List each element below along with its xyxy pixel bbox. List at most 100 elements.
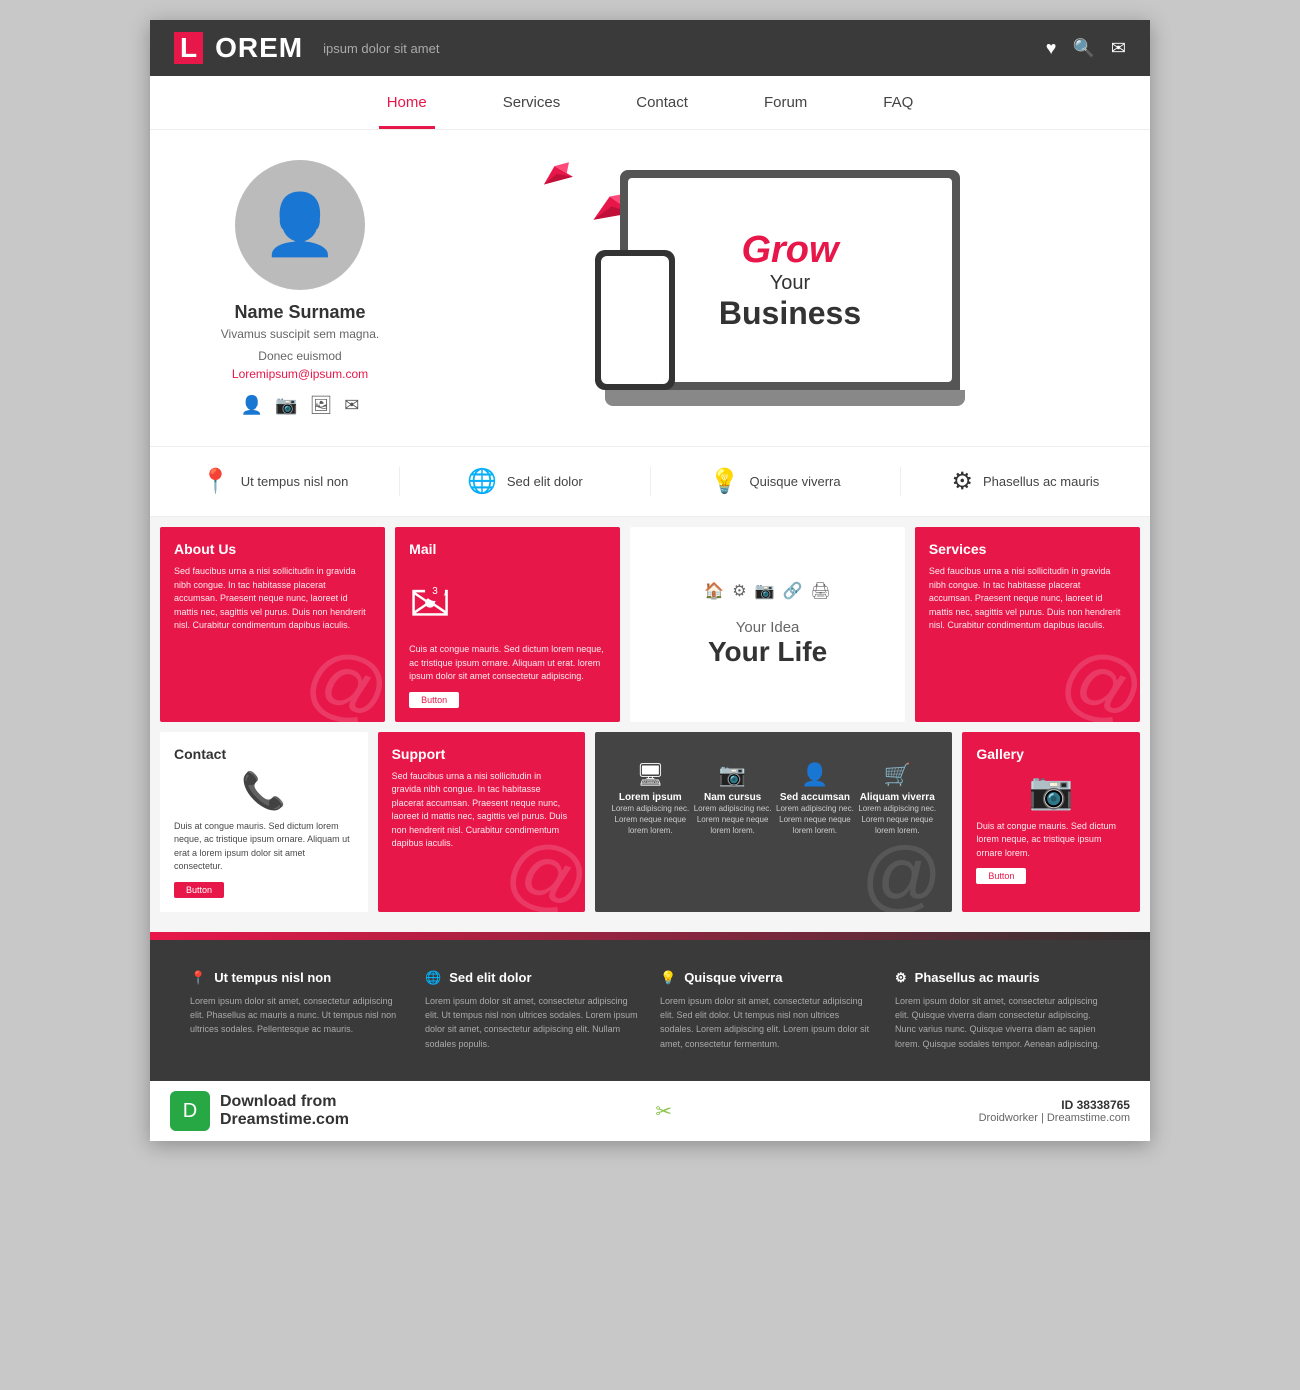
site-name: Dreamstime.com <box>220 1111 349 1129</box>
camera2-icon: 📷 <box>691 762 773 788</box>
search-icon[interactable]: 🔍 <box>1072 38 1094 59</box>
dark-item-1: 🖥 Lorem ipsum Lorem adipiscing nec. Lore… <box>609 762 691 837</box>
main-nav: Home Services Contact Forum FAQ <box>150 76 1150 130</box>
globe-icon: 🌐 <box>467 467 497 496</box>
dark-item-3: 👤 Sed accumsan Lorem adipiscing nec. Lor… <box>774 762 856 837</box>
grid-row-2: Contact 📞 Duis at congue mauris. Sed dic… <box>160 732 1140 912</box>
hero-center: Grow Your Business <box>430 160 1110 416</box>
gallery-button[interactable]: Button <box>976 868 1026 884</box>
phone-device <box>595 250 675 390</box>
watermark-center: ✂ <box>655 1099 672 1124</box>
feature-2-text: Sed elit dolor <box>507 474 583 489</box>
nav-faq[interactable]: FAQ <box>875 76 921 129</box>
services-cell: Services Sed faucibus urna a nisi sollic… <box>915 527 1140 722</box>
device-area: Grow Your Business <box>615 170 965 406</box>
dreamstime-logo: D <box>170 1091 210 1131</box>
feature-1-text: Ut tempus nisl non <box>241 474 349 489</box>
contact-button[interactable]: Button <box>174 882 224 898</box>
about-title: About Us <box>174 541 371 557</box>
heart-icon[interactable]: ♥ <box>1046 38 1057 59</box>
footer-col-2-text: Lorem ipsum dolor sit amet, consectetur … <box>425 994 640 1052</box>
dark-item-4: 🛒 Aliquam viverra Lorem adipiscing nec. … <box>856 762 938 837</box>
location-icon: 📍 <box>201 467 231 496</box>
header-icons: ♥ 🔍 ✉ <box>1046 38 1126 59</box>
dark-item-2-title: Nam cursus <box>691 792 773 803</box>
support-title: Support <box>392 746 572 762</box>
cart-icon: 🛒 <box>856 762 938 788</box>
watermark-text-area: Download from Dreamstime.com <box>220 1093 349 1129</box>
gallery-title: Gallery <box>976 746 1126 762</box>
services-title: Services <box>929 541 1126 557</box>
mail-title: Mail <box>409 541 606 557</box>
nav-services[interactable]: Services <box>495 76 569 129</box>
phone-screen <box>601 256 669 384</box>
nav-contact[interactable]: Contact <box>628 76 696 129</box>
grid-row-1: About Us Sed faucibus urna a nisi sollic… <box>160 527 1140 722</box>
footer-col-1-text: Lorem ipsum dolor sit amet, consectetur … <box>190 994 405 1037</box>
profile-name: Name Surname <box>234 302 365 323</box>
contact-title: Contact <box>174 746 354 762</box>
dark-item-4-title: Aliquam viverra <box>856 792 938 803</box>
mail-button[interactable]: Button <box>409 692 459 708</box>
profile-mail-icon[interactable]: ✉ <box>344 395 359 416</box>
scissors-icon: ✂ <box>655 1101 672 1123</box>
footer-globe-icon: 🌐 <box>425 970 441 986</box>
content-section: About Us Sed faucibus urna a nisi sollic… <box>150 517 1150 932</box>
swirl-decoration-2: @ <box>1046 627 1140 721</box>
profile-sub: Donec euismod <box>258 349 341 363</box>
your-life-text: Your Life <box>708 636 827 668</box>
logo-l: L <box>180 32 197 63</box>
print-icon[interactable]: 🖨 <box>810 581 830 601</box>
feature-globe: 🌐 Sed elit dolor <box>400 467 650 496</box>
watermark-right: ID 38338765 Droidworker | Dreamstime.com <box>979 1098 1130 1124</box>
separator <box>150 932 1150 940</box>
home-icon[interactable]: 🏠 <box>704 581 724 601</box>
dark-swirl: @ <box>861 830 942 912</box>
idea-cell: 🏠 ⚙ 📷 🔗 🖨 Your Idea Your Life <box>630 527 904 722</box>
footer-col-3-title: 💡 Quisque viverra <box>660 970 875 986</box>
footer-col-4: ⚙ Phasellus ac mauris Lorem ipsum dolor … <box>895 970 1110 1052</box>
feature-settings: ⚙ Phasellus ac mauris <box>901 467 1150 496</box>
dark-item-1-title: Lorem ipsum <box>609 792 691 803</box>
services-text: Sed faucibus urna a nisi sollicitudin in… <box>929 565 1126 633</box>
dark-row-items: 🖥 Lorem ipsum Lorem adipiscing nec. Lore… <box>609 762 938 837</box>
dark-item-3-title: Sed accumsan <box>774 792 856 803</box>
mail-envelope-icon: ✉ 3 <box>409 575 451 633</box>
watermark-id: ID 38338765 <box>979 1098 1130 1112</box>
dark-item-1-text: Lorem adipiscing nec. Lorem neque neque … <box>609 803 691 837</box>
nav-forum[interactable]: Forum <box>756 76 815 129</box>
settings2-icon[interactable]: ⚙ <box>732 581 746 601</box>
bulb-icon: 💡 <box>710 467 740 496</box>
dark-item-3-text: Lorem adipiscing nec. Lorem neque neque … <box>774 803 856 837</box>
nav-home[interactable]: Home <box>379 76 435 129</box>
dark-item-2-text: Lorem adipiscing nec. Lorem neque neque … <box>691 803 773 837</box>
grow-text: Grow <box>741 229 838 272</box>
share-icon: 👤 <box>774 762 856 788</box>
link-icon[interactable]: 🔗 <box>783 581 803 601</box>
profile-image-icon[interactable]: 🖼 <box>309 395 332 416</box>
laptop-base <box>605 390 965 406</box>
footer-col-2-title: 🌐 Sed elit dolor <box>425 970 640 986</box>
profile-user-icon[interactable]: 👤 <box>241 395 263 416</box>
page-wrapper: L OREM ipsum dolor sit amet ♥ 🔍 ✉ Home S… <box>150 20 1150 1141</box>
dark-item-2: 📷 Nam cursus Lorem adipiscing nec. Lorem… <box>691 762 773 837</box>
camera-icon[interactable]: 📷 <box>755 581 775 601</box>
user-silhouette-icon: 👤 <box>263 195 338 255</box>
download-text: Download from <box>220 1093 349 1111</box>
feature-3-text: Quisque viverra <box>750 474 841 489</box>
footer-col-3-text: Lorem ipsum dolor sit amet, consectetur … <box>660 994 875 1052</box>
support-cell: Support Sed faucibus urna a nisi sollici… <box>378 732 586 912</box>
footer-location-icon: 📍 <box>190 970 206 986</box>
footer-col-1: 📍 Ut tempus nisl non Lorem ipsum dolor s… <box>190 970 405 1052</box>
profile-camera-icon[interactable]: 📷 <box>275 395 297 416</box>
mail-icon[interactable]: ✉ <box>1111 38 1126 59</box>
logo-box: L <box>174 32 203 64</box>
footer-settings-icon: ⚙ <box>895 970 907 986</box>
mail-text: Cuis at congue mauris. Sed dictum lorem … <box>409 643 606 684</box>
footer-col-1-title: 📍 Ut tempus nisl non <box>190 970 405 986</box>
profile-area: 👤 Name Surname Vivamus suscipit sem magn… <box>190 160 410 416</box>
center-icons: 🏠 ⚙ 📷 🔗 🖨 <box>704 581 830 601</box>
profile-email[interactable]: Loremipsum@ipsum.com <box>232 367 368 381</box>
mail-cell: Mail ✉ 3 Cuis at congue mauris. Sed dict… <box>395 527 620 722</box>
footer-col-4-title: ⚙ Phasellus ac mauris <box>895 970 1110 986</box>
